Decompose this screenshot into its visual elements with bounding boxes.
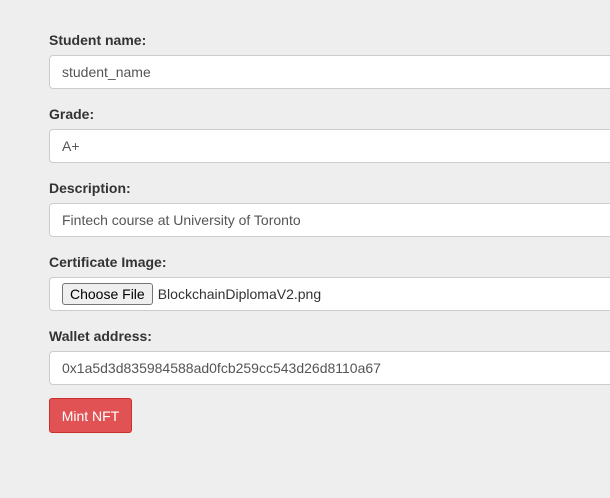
mint-nft-button[interactable]: Mint NFT <box>49 398 132 433</box>
selected-file-name: BlockchainDiplomaV2.png <box>157 286 322 302</box>
student-name-input[interactable] <box>49 55 610 89</box>
choose-file-button[interactable]: Choose File <box>62 283 153 305</box>
student-name-label: Student name: <box>49 32 147 48</box>
grade-label: Grade: <box>49 106 95 122</box>
wallet-address-label: Wallet address: <box>49 328 152 344</box>
certificate-image-label: Certificate Image: <box>49 254 167 270</box>
description-label: Description: <box>49 180 131 196</box>
wallet-address-input[interactable] <box>49 351 610 385</box>
certificate-image-file-input[interactable]: Choose File BlockchainDiplomaV2.png <box>49 277 610 311</box>
description-input[interactable] <box>49 203 610 237</box>
grade-input[interactable] <box>49 129 610 163</box>
